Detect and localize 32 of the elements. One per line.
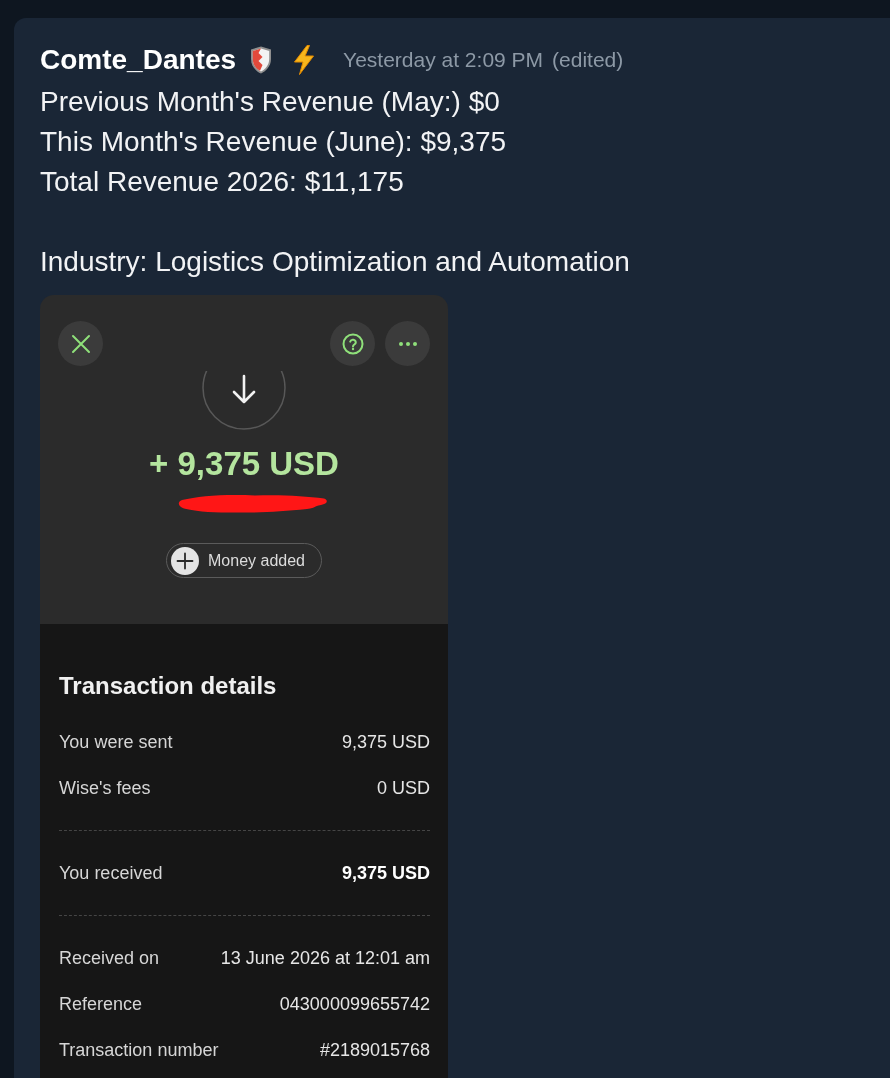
- detail-value: 0 USD: [377, 777, 430, 799]
- details-title: Transaction details: [59, 671, 277, 701]
- status-label: Money added: [208, 551, 305, 570]
- author-name: Comte_Dantes: [40, 43, 237, 77]
- detail-value: #2189015768: [319, 1039, 430, 1061]
- amount-received: + 9,375 USD: [149, 444, 339, 484]
- detail-label: Reference: [59, 993, 143, 1015]
- message-timestamp: Yesterday at 2:09 PM: [343, 47, 544, 73]
- message-line: Total Revenue 2026: $11,175: [40, 165, 404, 199]
- detail-value: 9,375 USD: [341, 862, 430, 884]
- close-button[interactable]: [58, 321, 103, 366]
- detail-value: 043000099655742: [279, 993, 430, 1015]
- more-icon: [398, 341, 417, 346]
- more-button[interactable]: [385, 321, 430, 366]
- detail-label: Wise's fees: [59, 777, 151, 799]
- detail-label: You were sent: [59, 731, 173, 753]
- detail-label: Transaction number: [59, 1039, 219, 1061]
- message-line: Previous Month's Revenue (May:) $0: [40, 85, 500, 119]
- lightning-icon: [292, 45, 317, 75]
- close-icon: [70, 333, 91, 354]
- down-arrow-icon: [202, 371, 286, 431]
- shield-icon: [250, 46, 273, 74]
- help-icon: [341, 332, 364, 355]
- help-button[interactable]: [330, 321, 375, 366]
- detail-label: Received on: [59, 947, 160, 969]
- plus-icon: [171, 546, 199, 575]
- edited-label: (edited): [552, 47, 624, 73]
- message-line: This Month's Revenue (June): $9,375: [40, 125, 507, 159]
- message-line: Industry: Logistics Optimization and Automation: [40, 245, 630, 279]
- detail-value: 13 June 2026 at 12:01 am: [220, 947, 430, 969]
- detail-value: 9,375 USD: [341, 731, 430, 753]
- detail-label: You received: [59, 862, 163, 884]
